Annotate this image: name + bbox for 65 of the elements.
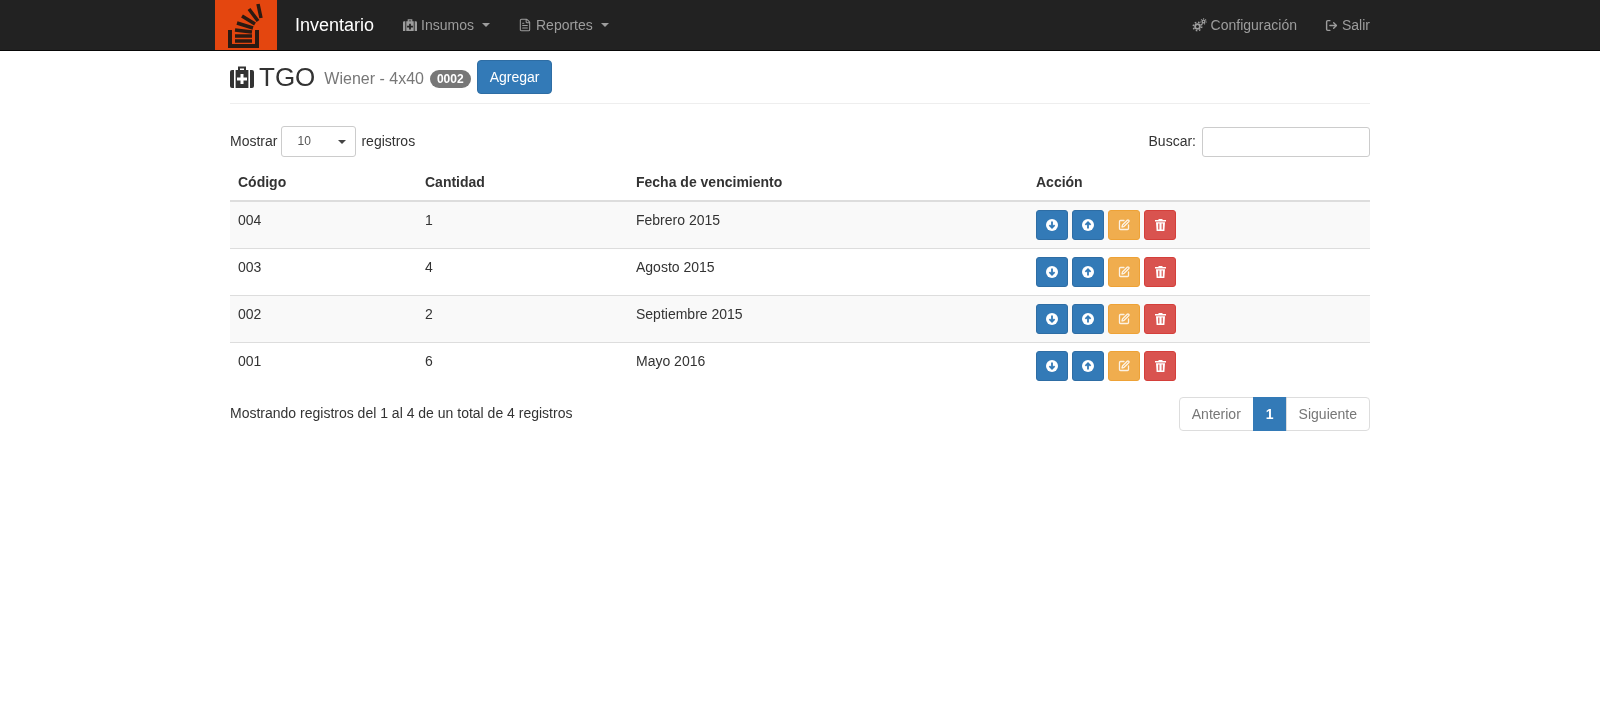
arrow-down-button[interactable] [1036,304,1068,334]
page-subtitle: Wiener - 4x40 [324,69,424,90]
code-badge: 0002 [429,69,471,88]
delete-button[interactable] [1144,304,1176,334]
table-cell: 2 [417,295,628,343]
arrow-up-circle-icon [1082,360,1094,372]
edit-icon [1118,313,1130,325]
arrow-down-circle-icon [1046,219,1058,231]
edit-icon [1118,266,1130,278]
brand-link[interactable]: Inventario [277,0,390,50]
search-field[interactable] [1202,126,1370,157]
arrow-down-button[interactable] [1036,210,1068,240]
edit-icon [1118,219,1130,231]
page-number-button[interactable]: 1 [1252,397,1287,431]
delete-button[interactable] [1144,210,1176,240]
table-cell: Mayo 2016 [628,342,1028,389]
trash-icon [1154,266,1166,278]
trash-icon [1154,360,1166,372]
arrow-down-button[interactable] [1036,257,1068,287]
arrow-down-circle-icon [1046,266,1058,278]
show-label: Mostrar [230,131,278,151]
arrow-up-circle-icon [1082,219,1094,231]
table-cell: 003 [230,248,417,296]
table-cell: 6 [417,342,628,389]
arrow-up-circle-icon [1082,313,1094,325]
document-icon [518,18,532,32]
delete-button[interactable] [1144,351,1176,381]
table-cell: Agosto 2015 [628,248,1028,296]
trash-icon [1154,313,1166,325]
table-cell: 1 [417,201,628,249]
page-length-select[interactable]: 10 [281,126,357,157]
nav-dropdown[interactable]: Reportes [504,0,623,50]
gears-icon [1191,18,1207,32]
records-label: registros [361,131,416,151]
table-cell: 4 [417,248,628,296]
edit-icon [1118,360,1130,372]
table-cell: Febrero 2015 [628,201,1028,249]
table-cell: 001 [230,342,417,389]
logout-icon [1325,18,1338,32]
nav-dropdown[interactable]: Insumos [389,0,504,50]
trash-icon [1154,219,1166,231]
logo-icon[interactable] [215,0,277,50]
table-cell: Septiembre 2015 [628,295,1028,343]
arrow-down-circle-icon [1046,360,1058,372]
arrow-up-button[interactable] [1072,257,1104,287]
arrow-up-button[interactable] [1072,210,1104,240]
caret-icon [338,139,347,144]
arrow-up-button[interactable] [1072,351,1104,381]
add-button[interactable]: Agregar [476,60,553,94]
table-cell: 004 [230,201,417,249]
table-cell: 002 [230,295,417,343]
caret-icon [600,23,609,27]
nav-link[interactable]: Salir [1311,0,1384,50]
table-info: Mostrando registros del 1 al 4 de un total de 4 registros [230,404,573,423]
arrow-up-circle-icon [1082,266,1094,278]
medkit-icon [403,18,418,32]
medkit-icon [230,66,254,88]
delete-button[interactable] [1144,257,1176,287]
arrow-down-circle-icon [1046,313,1058,325]
page-title: TGO [259,62,316,92]
nav-link[interactable]: Configuración [1177,0,1311,50]
arrow-down-button[interactable] [1036,351,1068,381]
caret-icon [482,23,490,27]
search-label: Buscar: [1148,131,1196,151]
arrow-up-button[interactable] [1072,304,1104,334]
